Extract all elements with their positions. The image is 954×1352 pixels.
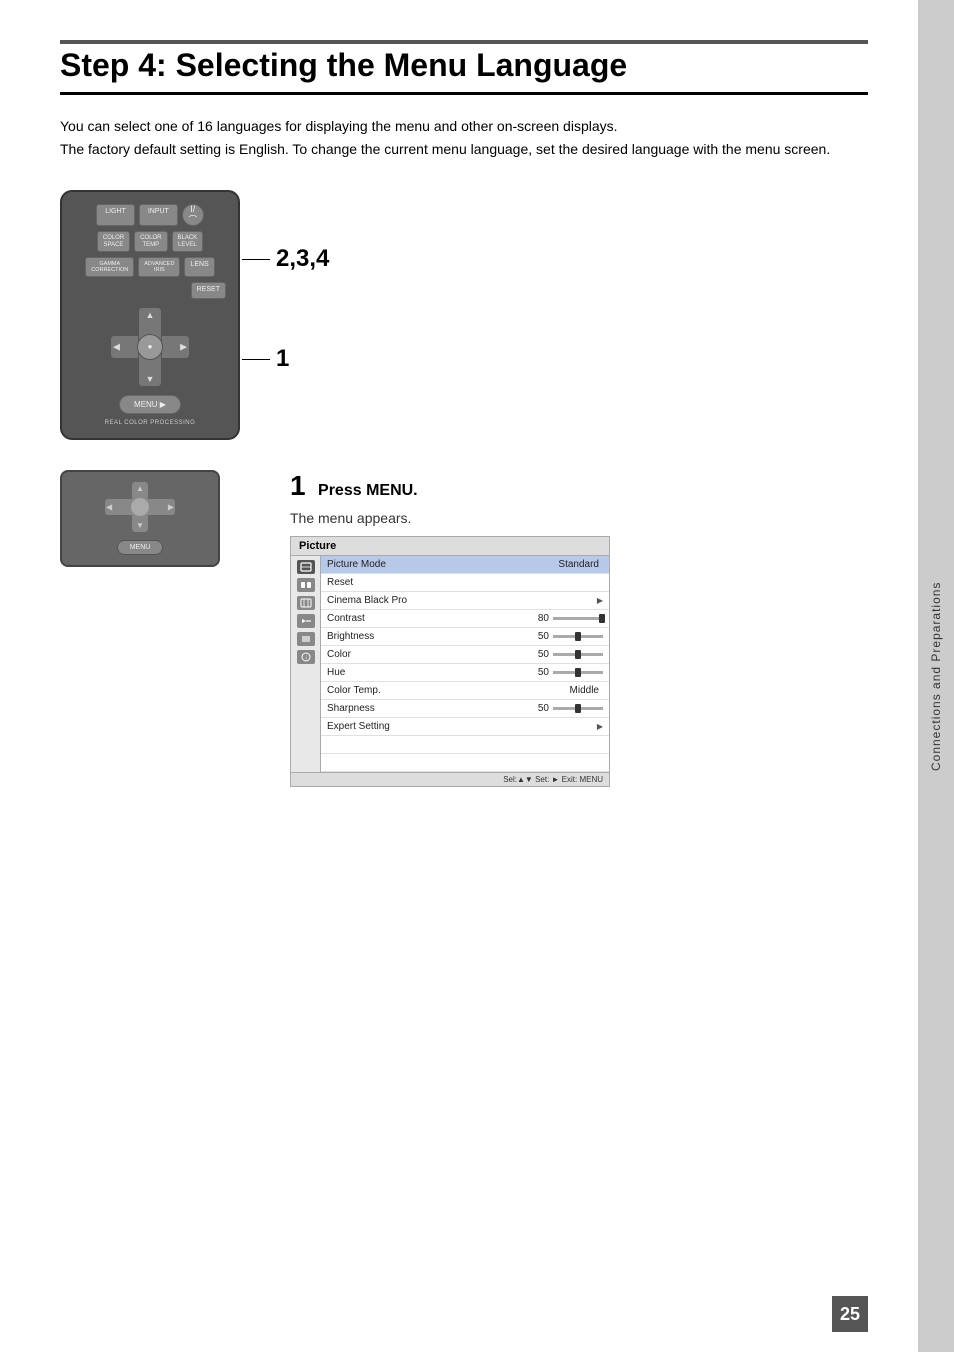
sharpness-bar (553, 707, 603, 710)
menu-item-picture-mode: Picture Mode Standard (321, 556, 609, 574)
step-section: ▲ ▼ ◀ ▶ MENU 1 Press MENU. (60, 470, 868, 787)
menu-icon-picture (297, 560, 315, 574)
step-desc: The menu appears. (290, 510, 868, 526)
menu-item-empty-2 (321, 754, 609, 772)
step-1-header: 1 Press MENU. (290, 470, 868, 502)
reset-row: RESET (74, 282, 226, 298)
menu-item-sharpness: Sharpness 50 (321, 700, 609, 718)
color-temp-btn: COLORTEMP (134, 231, 167, 252)
mini-up-arrow: ▲ (136, 484, 144, 493)
light-btn: LIGHT (96, 204, 135, 226)
lens-btn: LENS (184, 257, 214, 277)
mini-left-arrow: ◀ (106, 502, 112, 511)
callout-text-234: 2,3,4 (276, 245, 329, 273)
callout-text-1: 1 (276, 345, 289, 373)
dpad-down-arrow: ▼ (146, 374, 155, 384)
menu-btn: MENU ▶ (119, 395, 181, 414)
top-rule (60, 40, 868, 44)
step-content: 1 Press MENU. The menu appears. Picture (290, 470, 868, 787)
menu-icon-setup (297, 632, 315, 646)
dpad-center-icon: ● (148, 342, 153, 351)
intro-text: You can select one of 16 languages for d… (60, 115, 868, 160)
brightness-bar (553, 635, 603, 638)
menu-row: MENU ▶ (74, 395, 226, 414)
remote-label-bottom: REAL COLOR PROCESSING (74, 420, 226, 426)
step-number: 1 (290, 470, 306, 501)
menu-item-color: Color 50 (321, 646, 609, 664)
diagram-section: LIGHT INPUT I/⌒ COLORSPACE COLORTEMP (60, 190, 868, 440)
callout-234: 2,3,4 (242, 245, 329, 273)
menu-icon-color (297, 578, 315, 592)
contrast-bar (553, 617, 603, 620)
gamma-btn: GAMMACORRECTION (85, 257, 134, 277)
mini-dpad: ▲ ▼ ◀ ▶ (105, 482, 175, 532)
page-container: Step 4: Selecting the Menu Language You … (0, 0, 954, 1352)
menu-icon-screen (297, 596, 315, 610)
remote-container: LIGHT INPUT I/⌒ COLORSPACE COLORTEMP (60, 190, 280, 440)
menu-items-list: Picture Mode Standard Reset Cinema Black… (321, 556, 609, 772)
menu-screen: Picture (290, 536, 610, 787)
intro-line1: You can select one of 16 languages for d… (60, 118, 618, 134)
main-content: Step 4: Selecting the Menu Language You … (0, 0, 918, 1352)
callout-line-1 (242, 359, 270, 360)
black-level-btn: BLACKLEVEL (172, 231, 204, 252)
mini-down-arrow: ▼ (136, 521, 144, 530)
intro-line2: The factory default setting is English. … (60, 141, 830, 157)
power-btn: I/⌒ (182, 204, 204, 226)
menu-item-cinema-black: Cinema Black Pro ▶ (321, 592, 609, 610)
color-space-btn: COLORSPACE (97, 231, 130, 252)
mini-dpad-row: ▲ ▼ ◀ ▶ (72, 482, 208, 532)
menu-item-empty-1 (321, 736, 609, 754)
reset-btn: RESET (191, 282, 226, 298)
side-tab: Connections and Preparations (918, 0, 954, 1352)
mini-right-arrow: ▶ (168, 502, 174, 511)
menu-icon-input (297, 614, 315, 628)
dpad: ◀ ▶ ▲ ▼ ● (110, 307, 190, 387)
mini-menu-btn: MENU (117, 540, 164, 555)
mini-menu-row: MENU (72, 540, 208, 555)
page-title: Step 4: Selecting the Menu Language (60, 46, 868, 95)
gamma-btn-row: GAMMACORRECTION ADVANCEDIRIS LENS (74, 257, 226, 277)
mini-remote: ▲ ▼ ◀ ▶ MENU (60, 470, 260, 567)
menu-screen-body: i Picture Mode Standard (291, 556, 609, 772)
input-btn: INPUT (139, 204, 178, 226)
top-btn-row: LIGHT INPUT I/⌒ (74, 204, 226, 226)
dpad-left-arrow: ◀ (113, 341, 120, 352)
menu-item-contrast: Contrast 80 (321, 610, 609, 628)
menu-item-color-temp: Color Temp. Middle (321, 682, 609, 700)
expert-setting-arrow: ▶ (597, 722, 603, 731)
advanced-iris-btn: ADVANCEDIRIS (138, 257, 180, 277)
callout-line-234 (242, 259, 270, 260)
mini-dpad-center (131, 498, 149, 516)
menu-item-reset: Reset (321, 574, 609, 592)
mini-remote-box: ▲ ▼ ◀ ▶ MENU (60, 470, 220, 567)
menu-footer: Sel:▲▼ Set: ► Exit: MENU (291, 772, 609, 786)
dpad-up-arrow: ▲ (146, 310, 155, 320)
cinema-black-arrow: ▶ (597, 596, 603, 605)
color-btn-row: COLORSPACE COLORTEMP BLACKLEVEL (74, 231, 226, 252)
step-action: Press MENU. (318, 482, 418, 499)
color-bar (553, 653, 603, 656)
dpad-right-arrow: ▶ (180, 341, 187, 352)
menu-icon-info: i (297, 650, 315, 664)
menu-item-brightness: Brightness 50 (321, 628, 609, 646)
page-number: 25 (832, 1296, 868, 1332)
menu-item-hue: Hue 50 (321, 664, 609, 682)
svg-text:i: i (305, 655, 306, 661)
menu-item-expert-setting: Expert Setting ▶ (321, 718, 609, 736)
dpad-center: ● (137, 334, 163, 360)
hue-bar (553, 671, 603, 674)
remote-control: LIGHT INPUT I/⌒ COLORSPACE COLORTEMP (60, 190, 240, 440)
menu-sidebar: i (291, 556, 321, 772)
callout-1: 1 (242, 345, 289, 373)
menu-screen-header: Picture (291, 537, 609, 556)
